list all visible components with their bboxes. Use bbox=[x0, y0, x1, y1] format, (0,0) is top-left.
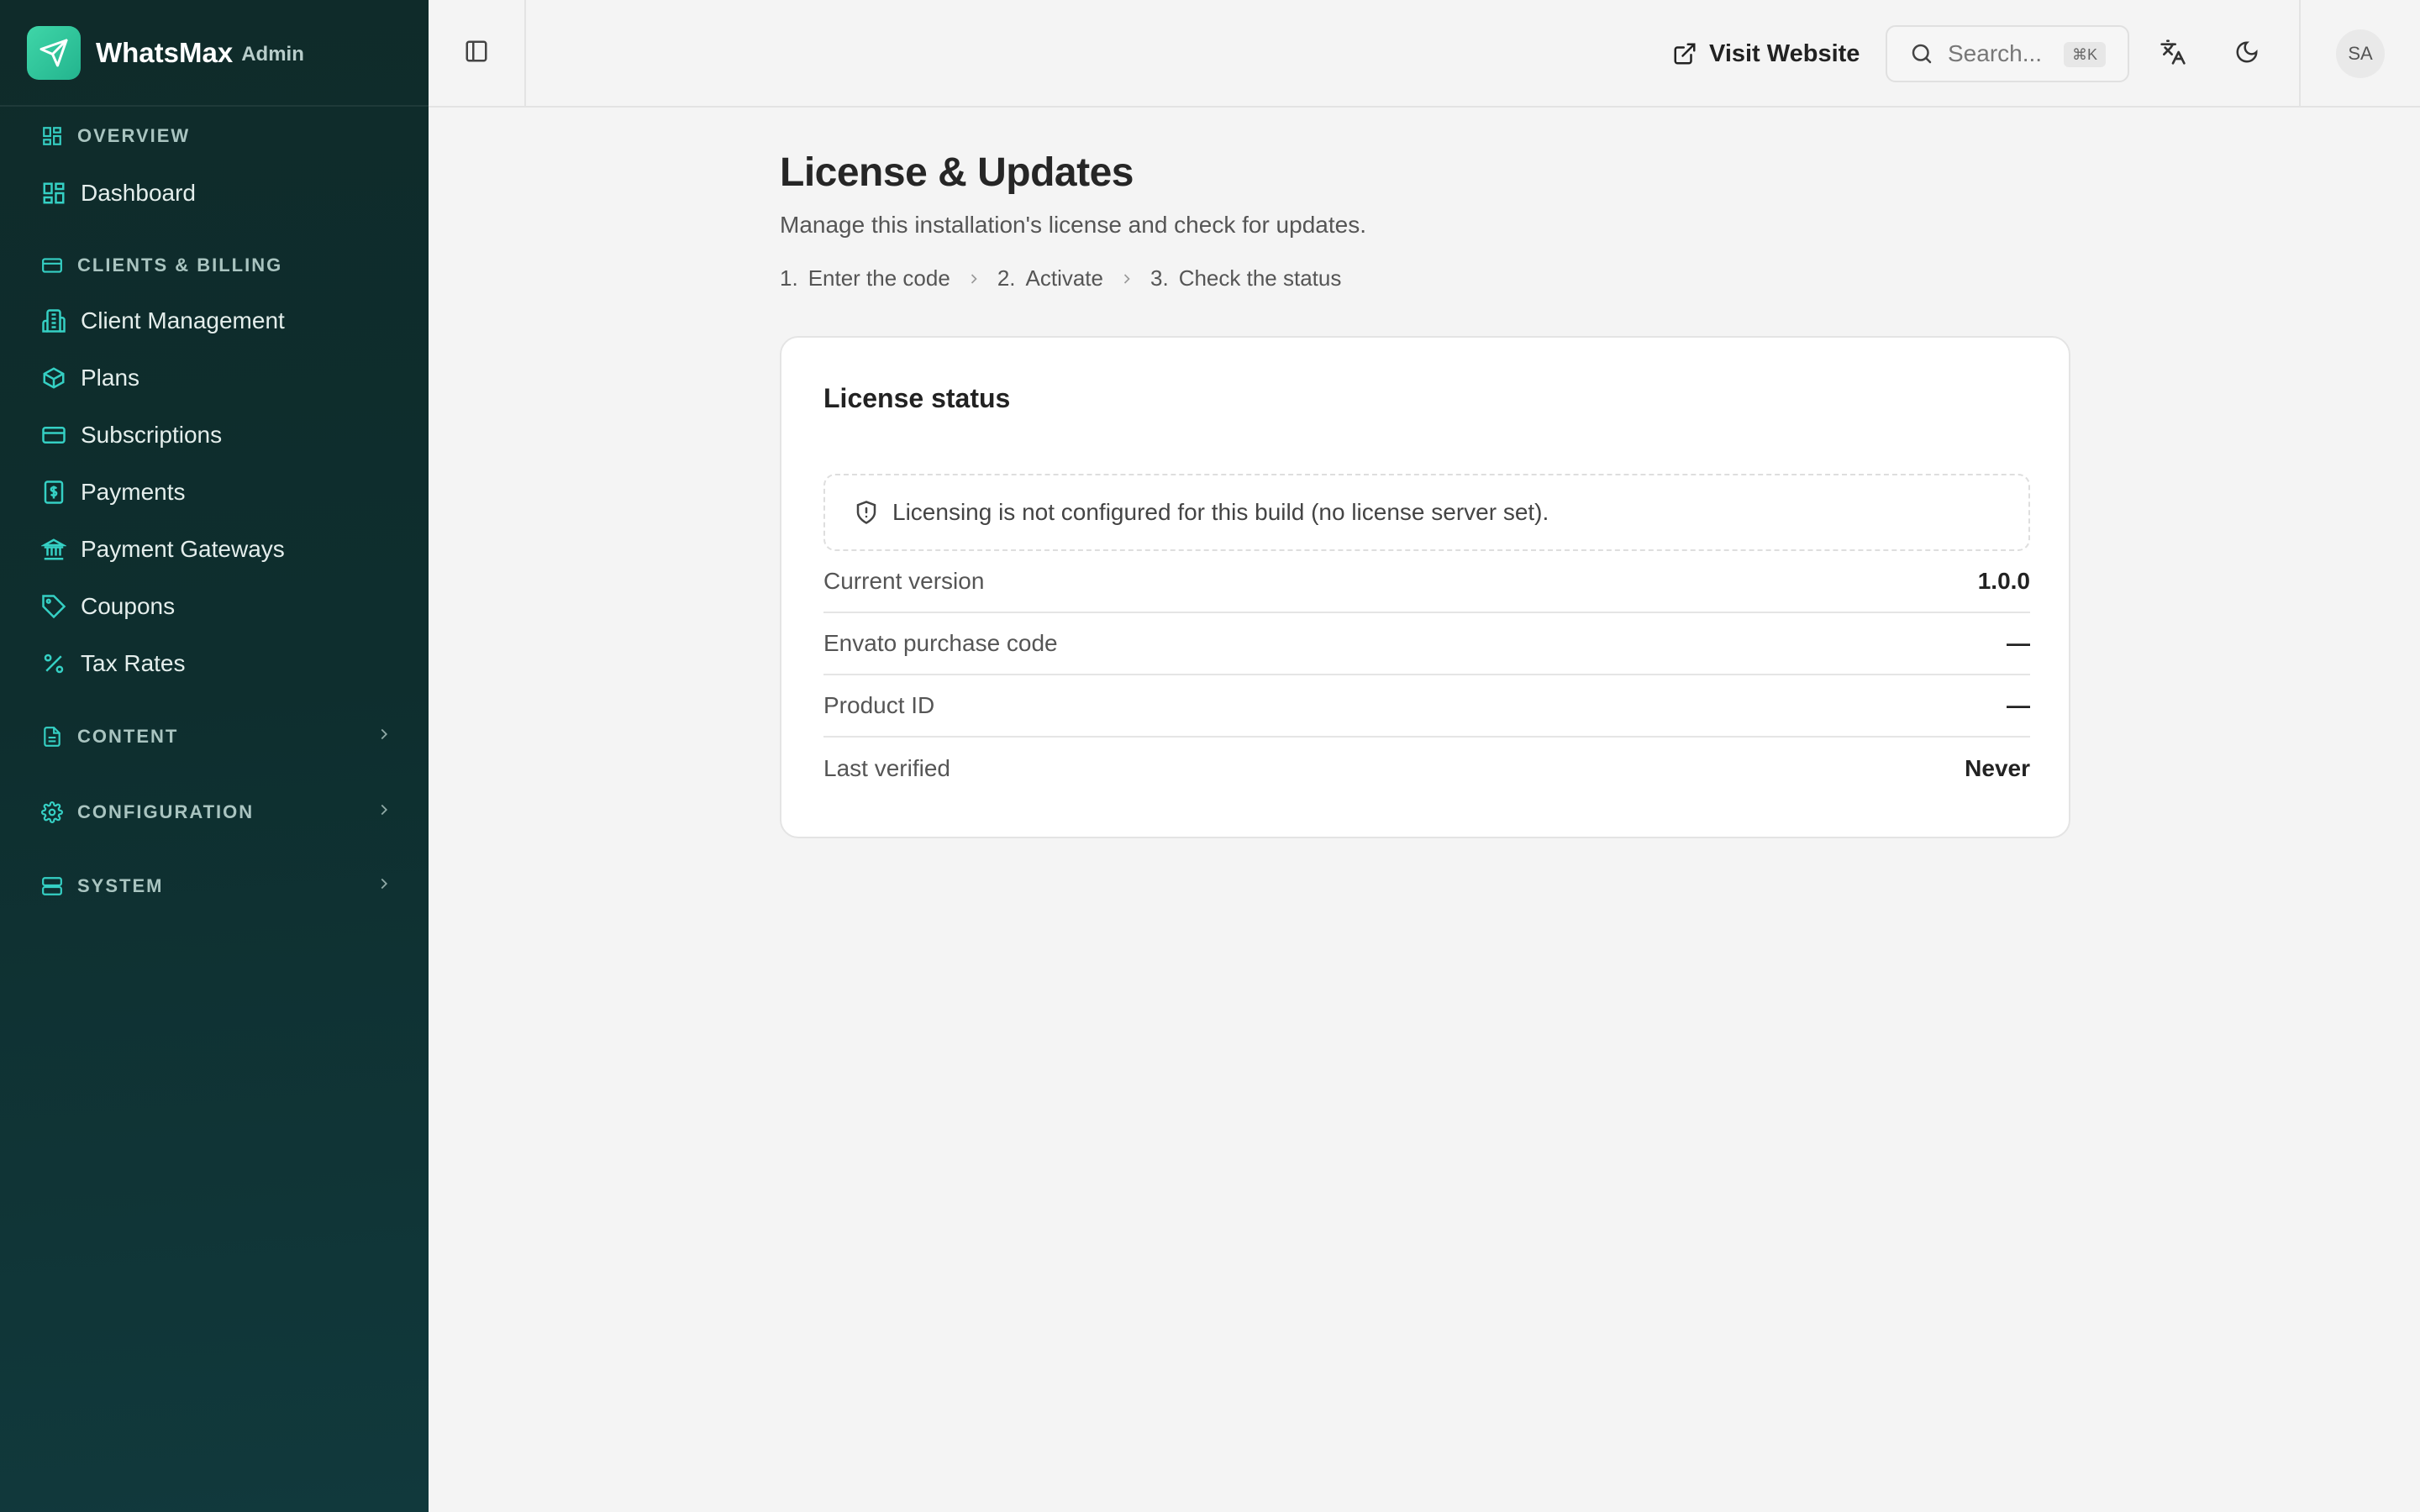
section-label: OVERVIEW bbox=[77, 125, 191, 146]
step-3: 3. Check the status bbox=[1150, 265, 1341, 291]
brand-name: WhatsMax bbox=[96, 36, 234, 68]
license-status-card: License status Licensing is not configur… bbox=[780, 336, 2070, 838]
sidebar-item-coupons[interactable]: Coupons bbox=[40, 585, 393, 628]
row-current-version: Current version 1.0.0 bbox=[823, 551, 2030, 613]
step-label: Enter the code bbox=[808, 265, 950, 291]
user-menu[interactable]: SA bbox=[2299, 0, 2420, 107]
translate-icon bbox=[2160, 39, 2186, 70]
brand[interactable]: WhatsMax Admin bbox=[0, 0, 429, 107]
section-configuration[interactable]: CONFIGURATION bbox=[40, 801, 393, 824]
shield-icon bbox=[854, 500, 879, 525]
dashboard-icon bbox=[40, 124, 64, 148]
sidebar-item-plans[interactable]: Plans bbox=[40, 356, 393, 400]
dashboard-icon bbox=[40, 180, 67, 207]
row-purchase-code: Envato purchase code — bbox=[823, 613, 2030, 675]
theme-toggle-button[interactable] bbox=[2225, 32, 2269, 76]
language-button[interactable] bbox=[2151, 32, 2195, 76]
search-icon bbox=[1909, 41, 1934, 66]
row-last-verified: Last verified Never bbox=[823, 738, 2030, 800]
sidebar-item-label: Client Management bbox=[81, 307, 285, 333]
receipt-dollar-icon bbox=[40, 479, 67, 506]
row-key: Envato purchase code bbox=[823, 630, 1058, 656]
page-title: License & Updates bbox=[780, 150, 1134, 195]
step-number: 3. bbox=[1150, 265, 1169, 291]
card-title: License status bbox=[823, 383, 1011, 413]
row-value: Never bbox=[1965, 755, 2030, 781]
section-label: CONFIGURATION bbox=[77, 801, 255, 822]
visit-website-label: Visit Website bbox=[1709, 39, 1860, 67]
sidebar-item-label: Plans bbox=[81, 365, 140, 391]
credit-card-icon bbox=[40, 254, 64, 277]
building-icon bbox=[40, 307, 67, 334]
row-value: 1.0.0 bbox=[1977, 568, 2030, 594]
chevron-right-icon bbox=[1118, 270, 1135, 287]
search-shortcut-badge: ⌘K bbox=[2063, 42, 2106, 67]
sidebar-item-payments[interactable]: Payments bbox=[40, 470, 393, 514]
step-number: 2. bbox=[997, 265, 1016, 291]
section-label: CLIENTS & BILLING bbox=[77, 255, 283, 276]
topbar: Visit Website Search... ⌘K SA bbox=[429, 0, 2420, 108]
row-product-id: Product ID — bbox=[823, 675, 2030, 738]
sidebar-item-label: Subscriptions bbox=[81, 422, 223, 448]
external-link-icon bbox=[1672, 41, 1697, 66]
step-2: 2. Activate bbox=[997, 265, 1103, 291]
sidebar-item-label: Tax Rates bbox=[81, 650, 186, 676]
row-key: Product ID bbox=[823, 692, 935, 718]
step-label: Check the status bbox=[1178, 265, 1342, 291]
search-placeholder: Search... bbox=[1948, 40, 2043, 66]
section-label: SYSTEM bbox=[77, 875, 164, 896]
step-number: 1. bbox=[780, 265, 798, 291]
license-notice: Licensing is not configured for this bui… bbox=[823, 474, 2030, 551]
steps-breadcrumb: 1. Enter the code 2. Activate 3. Check t… bbox=[780, 265, 1341, 291]
brand-sub: Admin bbox=[241, 42, 304, 66]
chevron-right-icon bbox=[375, 801, 393, 824]
sidebar-item-subscriptions[interactable]: Subscriptions bbox=[40, 413, 393, 457]
bank-icon bbox=[40, 536, 67, 563]
credit-card-icon bbox=[40, 422, 67, 449]
section-label: CONTENT bbox=[77, 726, 179, 747]
server-icon bbox=[40, 874, 64, 898]
send-icon bbox=[27, 25, 81, 80]
percent-icon bbox=[40, 650, 67, 677]
panel-left-icon bbox=[464, 39, 489, 68]
moon-icon bbox=[2234, 39, 2260, 69]
tag-icon bbox=[40, 593, 67, 620]
row-value: — bbox=[2007, 692, 2030, 718]
sidebar-item-dashboard[interactable]: Dashboard bbox=[40, 171, 393, 215]
notice-text: Licensing is not configured for this bui… bbox=[892, 499, 1549, 525]
file-text-icon bbox=[40, 725, 64, 748]
sidebar-item-label: Dashboard bbox=[81, 180, 196, 206]
section-system[interactable]: SYSTEM bbox=[40, 874, 393, 898]
sidebar-toggle-button[interactable] bbox=[429, 0, 526, 107]
row-key: Current version bbox=[823, 568, 985, 594]
page-subtitle: Manage this installation's license and c… bbox=[780, 212, 1366, 238]
step-label: Activate bbox=[1025, 265, 1104, 291]
package-icon bbox=[40, 365, 67, 391]
avatar[interactable]: SA bbox=[2336, 29, 2385, 78]
sidebar: WhatsMax Admin OVERVIEW Dashboard CLIENT… bbox=[0, 0, 429, 1512]
sidebar-item-label: Payment Gateways bbox=[81, 536, 285, 562]
step-1: 1. Enter the code bbox=[780, 265, 950, 291]
sidebar-item-payment-gateways[interactable]: Payment Gateways bbox=[40, 528, 393, 571]
visit-website-link[interactable]: Visit Website bbox=[1672, 32, 1860, 76]
sidebar-item-label: Payments bbox=[81, 479, 186, 505]
section-overview: OVERVIEW bbox=[40, 124, 393, 148]
sidebar-item-label: Coupons bbox=[81, 593, 176, 619]
row-value: — bbox=[2007, 630, 2030, 656]
sidebar-item-client-management[interactable]: Client Management bbox=[40, 299, 393, 343]
section-content[interactable]: CONTENT bbox=[40, 725, 393, 748]
row-key: Last verified bbox=[823, 755, 950, 781]
search-input[interactable]: Search... ⌘K bbox=[1886, 25, 2129, 82]
chevron-right-icon bbox=[375, 874, 393, 898]
chevron-right-icon bbox=[375, 725, 393, 748]
section-clients-billing: CLIENTS & BILLING bbox=[40, 254, 393, 277]
chevron-right-icon bbox=[965, 270, 982, 287]
gear-icon bbox=[40, 801, 64, 824]
sidebar-item-tax-rates[interactable]: Tax Rates bbox=[40, 642, 393, 685]
